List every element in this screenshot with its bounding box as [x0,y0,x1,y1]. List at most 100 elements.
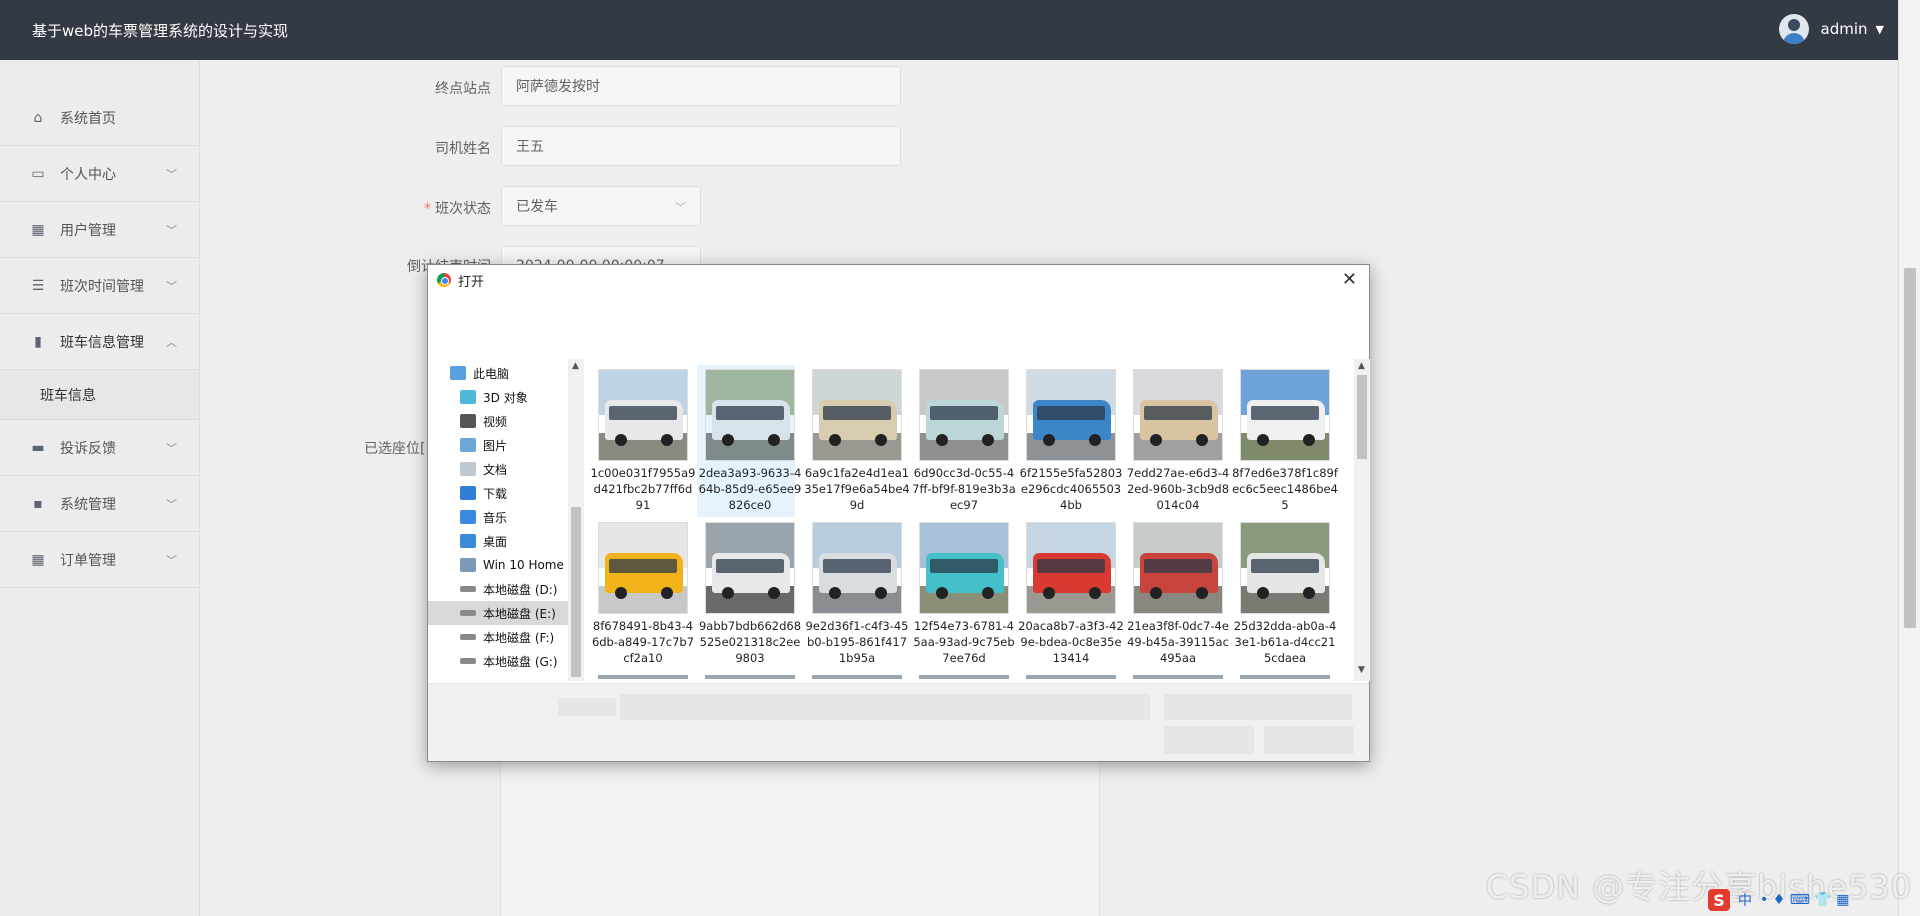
page-scrollbar[interactable] [1898,0,1920,916]
file-thumbnail[interactable] [812,522,902,614]
cube-icon [460,390,476,404]
sidebar-item-label: 订单管理 [60,552,116,569]
grid-scrollbar-thumb[interactable] [1357,375,1367,459]
status-label: * 班次状态 [424,201,491,217]
avatar[interactable] [1778,14,1809,44]
filename-input[interactable] [620,694,1150,720]
chevron-down-icon: ﹀ [166,224,177,237]
nav-item-drive-e[interactable]: 本地磁盘 (E:) [428,601,568,625]
chevron-down-icon: ﹀ [166,280,177,293]
file-name: 8f7ed6e378f1c89fec6c5eec1486be45 [1232,466,1338,512]
file-thumbnail[interactable] [919,369,1009,461]
home-icon: ⌂ [33,109,43,126]
file-thumbnail[interactable] [1133,369,1223,461]
cancel-button[interactable] [1264,726,1354,754]
page-scrollbar-thumb[interactable] [1904,268,1916,628]
sidebar-item-feedback[interactable]: ▬ 投诉反馈 ﹀ [0,420,199,476]
scroll-up-icon[interactable]: ▲ [1358,361,1365,371]
sidebar-item-label: 系统首页 [60,110,116,127]
drive-icon [460,658,476,664]
file-tile[interactable]: 12f54e73-6781-45aa-93ad-9c75eb7ee76d [911,518,1015,670]
file-tile-partial[interactable] [705,675,795,679]
user-menu[interactable]: admin ▼ [1778,14,1884,44]
driver-input[interactable]: 王五 [501,126,901,166]
chrome-icon [437,273,451,287]
clipboard-icon: ▮ [34,333,42,350]
sidebar-item-profile[interactable]: ▭ 个人中心 ﹀ [0,146,199,202]
open-button[interactable] [1164,726,1254,754]
seat-label: 已选座位[] [364,441,431,457]
sidebar-item-system[interactable]: ▪ 系统管理 ﹀ [0,476,199,532]
file-thumbnail[interactable] [705,369,795,461]
file-thumbnail[interactable] [598,369,688,461]
ime-toolbar[interactable]: S 中 • ♦ ⌨ 👕 ▦ [1708,888,1888,912]
file-tile-partial[interactable] [1026,675,1116,679]
file-tile[interactable]: 2dea3a93-9633-464b-85d9-e65ee9826ce0 [697,365,801,517]
caret-down-icon[interactable]: ▼ [1876,23,1884,36]
dialog-titlebar[interactable]: 打开 ✕ [428,265,1369,295]
scroll-down-icon[interactable]: ▼ [1358,665,1365,675]
file-tile-partial[interactable] [919,675,1009,679]
file-tile[interactable]: 25d32dda-ab0a-43e1-b61a-d4cc215cdaea [1232,518,1336,670]
sidebar-item-users[interactable]: ▦ 用户管理 ﹀ [0,202,199,258]
grid-scrollbar[interactable]: ▲ ▼ [1354,359,1370,681]
file-tile[interactable]: 6f2155e5fa52803e296cdc40655034bb [1018,365,1122,517]
music-icon [460,510,476,524]
sidebar-item-home[interactable]: ⌂ 系统首页 [0,90,199,146]
grid-icon: ▦ [31,551,45,568]
sidebar-item-label: 用户管理 [60,222,116,239]
sidebar-item-schedule[interactable]: ☰ 班次时间管理 ﹀ [0,258,199,314]
file-tile[interactable]: 20aca8b7-a3f3-429e-bdea-0c8e35e13414 [1018,518,1124,670]
file-tile-partial[interactable] [812,675,902,679]
ime-mode[interactable]: 中 [1738,890,1752,910]
file-name: 8f678491-8b43-46db-a849-17c7b7cf2a10 [591,619,695,665]
file-thumbnail[interactable] [812,369,902,461]
nav-scrollbar[interactable]: ▲ [568,359,584,681]
ime-icons[interactable]: • ♦ ⌨ 👕 ▦ [1760,892,1849,908]
scroll-up-icon[interactable]: ▲ [572,361,579,371]
file-name: 21ea3f8f-0dc7-4e49-b45a-39115ac495aa [1127,619,1229,665]
file-tile[interactable]: 21ea3f8f-0dc7-4e49-b45a-39115ac495aa [1125,518,1229,670]
sidebar-item-label: 班车信息管理 [60,334,144,351]
nav-scrollbar-thumb[interactable] [571,507,581,677]
file-tile[interactable]: 1c00e031f7955a9d421fbc2b77ff6d91 [590,365,695,517]
file-thumbnail[interactable] [705,522,795,614]
file-thumbnail[interactable] [919,522,1009,614]
chevron-down-icon: ﹀ [166,442,177,455]
filename-label [558,698,616,716]
file-thumbnail[interactable] [1240,369,1330,461]
seat-area[interactable] [500,760,1100,916]
file-thumbnail[interactable] [598,522,688,614]
file-tile-partial[interactable] [1133,675,1223,679]
filetype-select[interactable] [1164,694,1352,720]
file-tile[interactable]: 9e2d36f1-c4f3-45b0-b195-861f4171b95a [804,518,908,670]
file-tile[interactable]: 8f678491-8b43-46db-a849-17c7b7cf2a10 [590,518,694,670]
sogou-icon[interactable]: S [1708,889,1730,911]
file-tile-partial[interactable] [1240,675,1330,679]
file-tile[interactable]: 9abb7bdb662d68525e021318c2ee9803 [697,518,801,670]
end-station-input[interactable]: 阿萨德发按时 [501,66,901,106]
file-thumbnail[interactable] [1026,522,1116,614]
sidebar-item-label: 投诉反馈 [60,440,116,457]
username[interactable]: admin [1821,20,1868,38]
file-thumbnail[interactable] [1026,369,1116,461]
sidebar-subitem-bus-info[interactable]: 班车信息 [0,370,199,420]
file-thumbnail[interactable] [1240,522,1330,614]
close-icon[interactable]: ✕ [1342,269,1357,290]
file-grid: 1c00e031f7955a9d421fbc2b77ff6d91 2dea3a93… [590,359,1350,679]
file-tile[interactable]: 6d90cc3d-0c55-47ff-bf9f-819e3b3aec97 [911,365,1016,517]
file-tile-partial[interactable] [598,675,688,679]
status-select[interactable]: 已发车 ﹀ [501,186,701,226]
file-tile[interactable]: 8f7ed6e378f1c89fec6c5eec1486be45 [1232,365,1338,517]
app-title: 基于web的车票管理系统的设计与实现 [32,21,289,40]
chevron-down-icon: ﹀ [166,554,177,567]
file-tile[interactable]: 7edd27ae-e6d3-42ed-960b-3cb9d8014c04 [1125,365,1229,517]
monitor-icon: ▬ [31,439,45,456]
sidebar-item-bus-info[interactable]: ▮ 班车信息管理 ︿ [0,314,199,370]
grid-icon: ▦ [31,221,45,238]
sidebar-item-orders[interactable]: ▦ 订单管理 ﹀ [0,532,199,588]
file-thumbnail[interactable] [1133,522,1223,614]
end-station-label: 终点站点 [435,81,491,97]
file-tile[interactable]: 6a9c1fa2e4d1ea135e17f9e6a54be49d [804,365,910,517]
